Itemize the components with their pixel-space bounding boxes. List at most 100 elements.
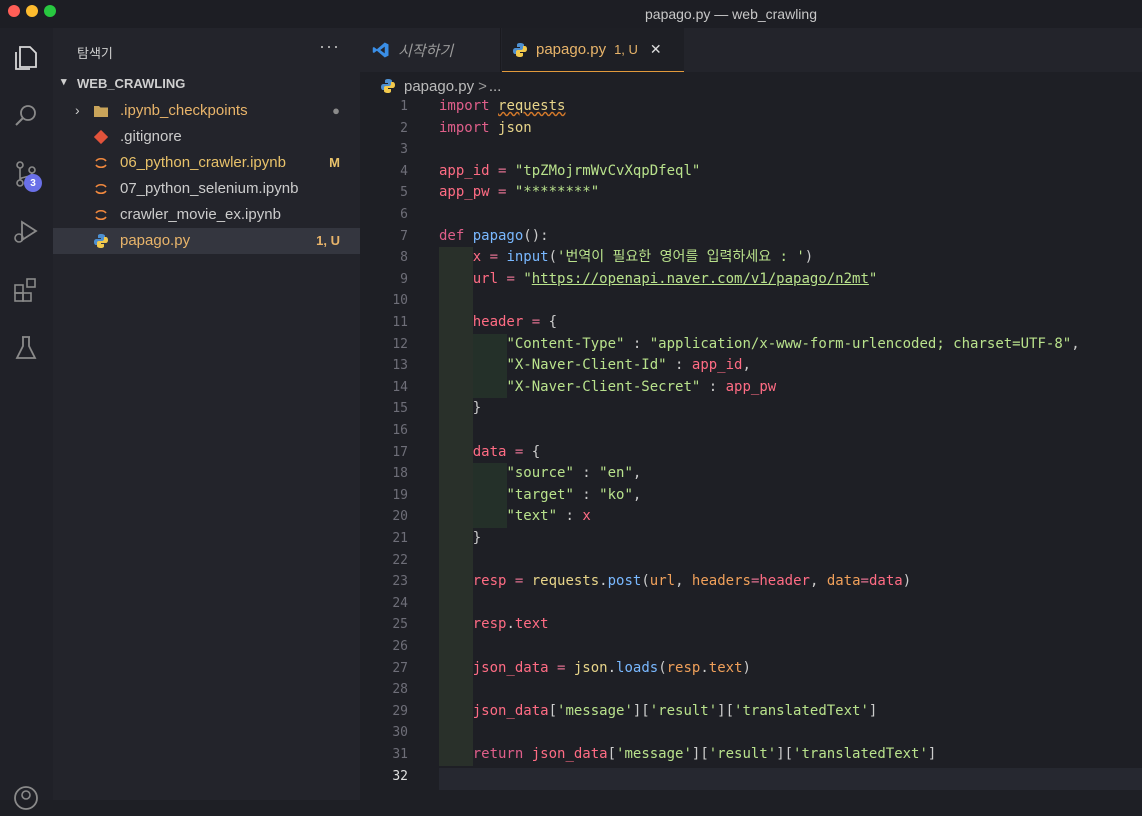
code-line: 21 } (360, 528, 1142, 550)
line-number: 3 (400, 142, 408, 158)
code-line: 10 (360, 290, 1142, 312)
extensions-icon[interactable] (8, 272, 44, 308)
code-text: json_data['message']['result']['translat… (472, 702, 878, 719)
code-line: 17 data = { (360, 442, 1142, 464)
line-number: 26 (392, 639, 408, 654)
jupyter-icon (93, 181, 109, 197)
file-tree-item[interactable]: crawler_movie_ex.ipynb (53, 202, 360, 228)
code-line: 11 header = { (360, 312, 1142, 334)
code-editor[interactable]: 1 import requests 2 import json 3 4 app_id = "… (360, 96, 1142, 800)
file-tree-item[interactable]: › .ipynb_checkpoints ● (53, 98, 360, 124)
line-number: 15 (392, 401, 408, 417)
tab-papago[interactable]: papago.py 1, U ✕ (502, 28, 684, 72)
code-line: 25 resp.text (360, 614, 1142, 636)
line-number: 5 (400, 185, 408, 201)
line-number: 19 (392, 487, 408, 503)
line-number: 12 (392, 336, 408, 352)
code-text: import requests (439, 98, 566, 114)
line-number: 17 (392, 444, 408, 460)
breadcrumb: papago.py > ... (380, 76, 501, 96)
line-number: 6 (400, 207, 408, 222)
code-text: "X-Naver-Client-Id" : app_id, (506, 357, 751, 374)
file-tree-item-label: .gitignore (120, 128, 182, 145)
code-text: app_pw = "********" (439, 184, 600, 201)
window-title: papago.py — web_crawling (645, 6, 817, 22)
vscode-icon (372, 42, 389, 58)
code-text: header = { (472, 314, 558, 330)
file-status-badge: M (329, 155, 340, 170)
more-actions-button[interactable]: ··· (319, 36, 340, 57)
code-line: 1 import requests (360, 96, 1142, 118)
file-tree-item[interactable]: 06_python_crawler.ipynb M (53, 150, 360, 176)
activity-bar: 3 (0, 28, 53, 810)
code-line: 19 "target" : "ko", (360, 485, 1142, 507)
code-line: 13 "X-Naver-Client-Id" : app_id, (360, 355, 1142, 377)
code-text: url = "https://openapi.naver.com/v1/papa… (472, 270, 878, 287)
code-line: 24 (360, 593, 1142, 615)
code-line: 16 (360, 420, 1142, 442)
code-line: 7 def papago(): (360, 226, 1142, 248)
tab-papago-label: papago.py (536, 41, 607, 58)
file-status-badge: ● (332, 103, 340, 118)
file-tree-item-label: papago.py (120, 232, 191, 249)
line-number: 8 (400, 250, 408, 266)
explorer-sidebar: 탐색기 ··· ▾ WEB_CRAWLING › .ipynb_checkpoin… (53, 28, 360, 800)
line-number: 21 (392, 531, 408, 546)
code-text: resp = requests.post(url, headers=header… (472, 573, 912, 590)
line-number: 20 (392, 509, 408, 525)
jupyter-icon (93, 155, 109, 171)
code-line: 27 json_data = json.loads(resp.text) (360, 658, 1142, 680)
code-text: return json_data['message']['result']['t… (472, 746, 937, 762)
close-tab-button[interactable]: ✕ (650, 41, 662, 58)
line-number: 23 (392, 574, 408, 590)
testing-flask-icon[interactable] (8, 330, 44, 366)
code-text: app_id = "tpZMojrmWvCvXqpDfeql" (439, 162, 701, 179)
line-number: 13 (392, 358, 408, 374)
code-line: 15 } (360, 398, 1142, 420)
line-number: 30 (392, 725, 408, 741)
line-number: 10 (392, 293, 408, 309)
code-line: 28 (360, 679, 1142, 701)
tab-bar: 시작하기 papago.py 1, U ✕ (360, 28, 1142, 72)
scm-badge: 3 (24, 174, 42, 192)
python-icon (93, 233, 109, 249)
code-line: 14 "X-Naver-Client-Secret" : app_pw (360, 377, 1142, 399)
line-number: 9 (400, 271, 408, 287)
code-line: 20 "text" : x (360, 506, 1142, 528)
line-number: 11 (392, 315, 408, 330)
search-icon[interactable] (8, 98, 44, 134)
code-text: "source" : "en", (506, 465, 642, 482)
code-text: x = input('번역이 필요한 영어를 입력하세요 : ') (472, 249, 814, 266)
run-debug-icon[interactable] (8, 214, 44, 250)
code-text: "target" : "ko", (506, 486, 642, 503)
line-number: 4 (400, 163, 408, 179)
code-line: 32 (360, 766, 1142, 788)
code-line: 29 json_data['message']['result']['trans… (360, 701, 1142, 723)
title-bar: papago.py — web_crawling (0, 0, 1142, 28)
breadcrumb-file[interactable]: papago.py (404, 78, 474, 95)
tab-welcome[interactable]: 시작하기 (360, 28, 501, 72)
line-number: 14 (392, 379, 408, 395)
jupyter-icon (93, 207, 109, 223)
code-text: data = { (472, 443, 541, 460)
line-number: 27 (392, 660, 408, 676)
breadcrumb-symbols[interactable]: ... (489, 78, 502, 95)
file-tree-item[interactable]: .gitignore (53, 124, 360, 150)
file-tree-item[interactable]: 07_python_selenium.ipynb (53, 176, 360, 202)
folder-icon (93, 103, 109, 119)
code-line: 18 "source" : "en", (360, 463, 1142, 485)
file-tree-item-label: 07_python_selenium.ipynb (120, 180, 299, 197)
line-number: 1 (400, 99, 408, 114)
file-tree-item[interactable]: papago.py 1, U (53, 228, 360, 254)
code-line: 8 x = input('번역이 필요한 영어를 입력하세요 : ') (360, 247, 1142, 269)
workspace-folder[interactable]: ▾ WEB_CRAWLING (53, 73, 360, 95)
account-icon[interactable] (8, 780, 44, 816)
explorer-icon[interactable] (8, 40, 44, 76)
chevron-right-icon: › (75, 102, 80, 118)
explorer-title: 탐색기 (77, 46, 113, 61)
breadcrumb-separator: > (478, 77, 487, 95)
code-text: import json (439, 119, 532, 136)
code-text: resp.text (472, 616, 549, 633)
code-text: } (472, 530, 482, 546)
tab-papago-status: 1, U (614, 42, 638, 57)
